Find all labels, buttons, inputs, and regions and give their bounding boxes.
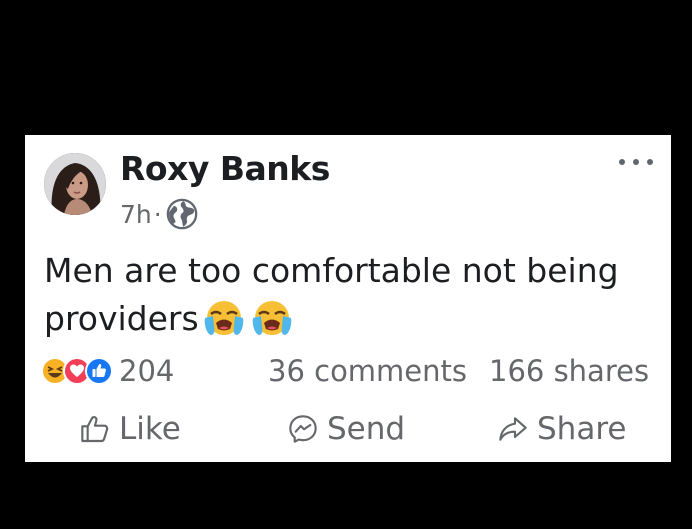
post-text: Men are too comfortable not being provid… xyxy=(44,247,659,343)
post-meta: 7h · xyxy=(120,198,199,230)
post-actions: Like Send Share xyxy=(25,405,671,453)
more-dot xyxy=(633,159,639,165)
avatar[interactable] xyxy=(44,153,106,215)
globe-icon[interactable] xyxy=(165,197,199,231)
like-icon xyxy=(85,357,113,385)
thumbs-up-icon xyxy=(81,416,109,443)
author-name[interactable]: Roxy Banks xyxy=(120,149,330,188)
messenger-icon xyxy=(289,415,317,443)
send-label: Send xyxy=(327,411,406,447)
reaction-count: 204 xyxy=(119,354,175,388)
share-arrow-icon xyxy=(499,417,527,441)
reactions-summary[interactable]: 204 xyxy=(41,351,174,391)
loudly-crying-face-icon xyxy=(252,301,291,335)
avatar-image xyxy=(44,153,106,215)
share-label: Share xyxy=(537,411,627,447)
like-button[interactable]: Like xyxy=(79,405,181,453)
shares-count[interactable]: 166 shares xyxy=(489,351,649,391)
post-card: Roxy Banks 7h · Men are too comfortable … xyxy=(25,135,671,462)
more-dot xyxy=(647,159,653,165)
meta-separator: · xyxy=(153,199,162,229)
comments-count[interactable]: 36 comments xyxy=(268,351,467,391)
like-label: Like xyxy=(119,411,181,447)
post-text-content: Men are too comfortable not being provid… xyxy=(44,251,619,338)
more-options-button[interactable] xyxy=(619,153,653,171)
loudly-crying-face-icon xyxy=(204,301,243,335)
post-time[interactable]: 7h xyxy=(120,200,152,229)
share-button[interactable]: Share xyxy=(497,405,626,453)
reaction-icons xyxy=(41,357,113,385)
post-stats: 204 36 comments 166 shares xyxy=(41,351,653,391)
send-button[interactable]: Send xyxy=(287,405,405,453)
more-dot xyxy=(619,159,625,165)
